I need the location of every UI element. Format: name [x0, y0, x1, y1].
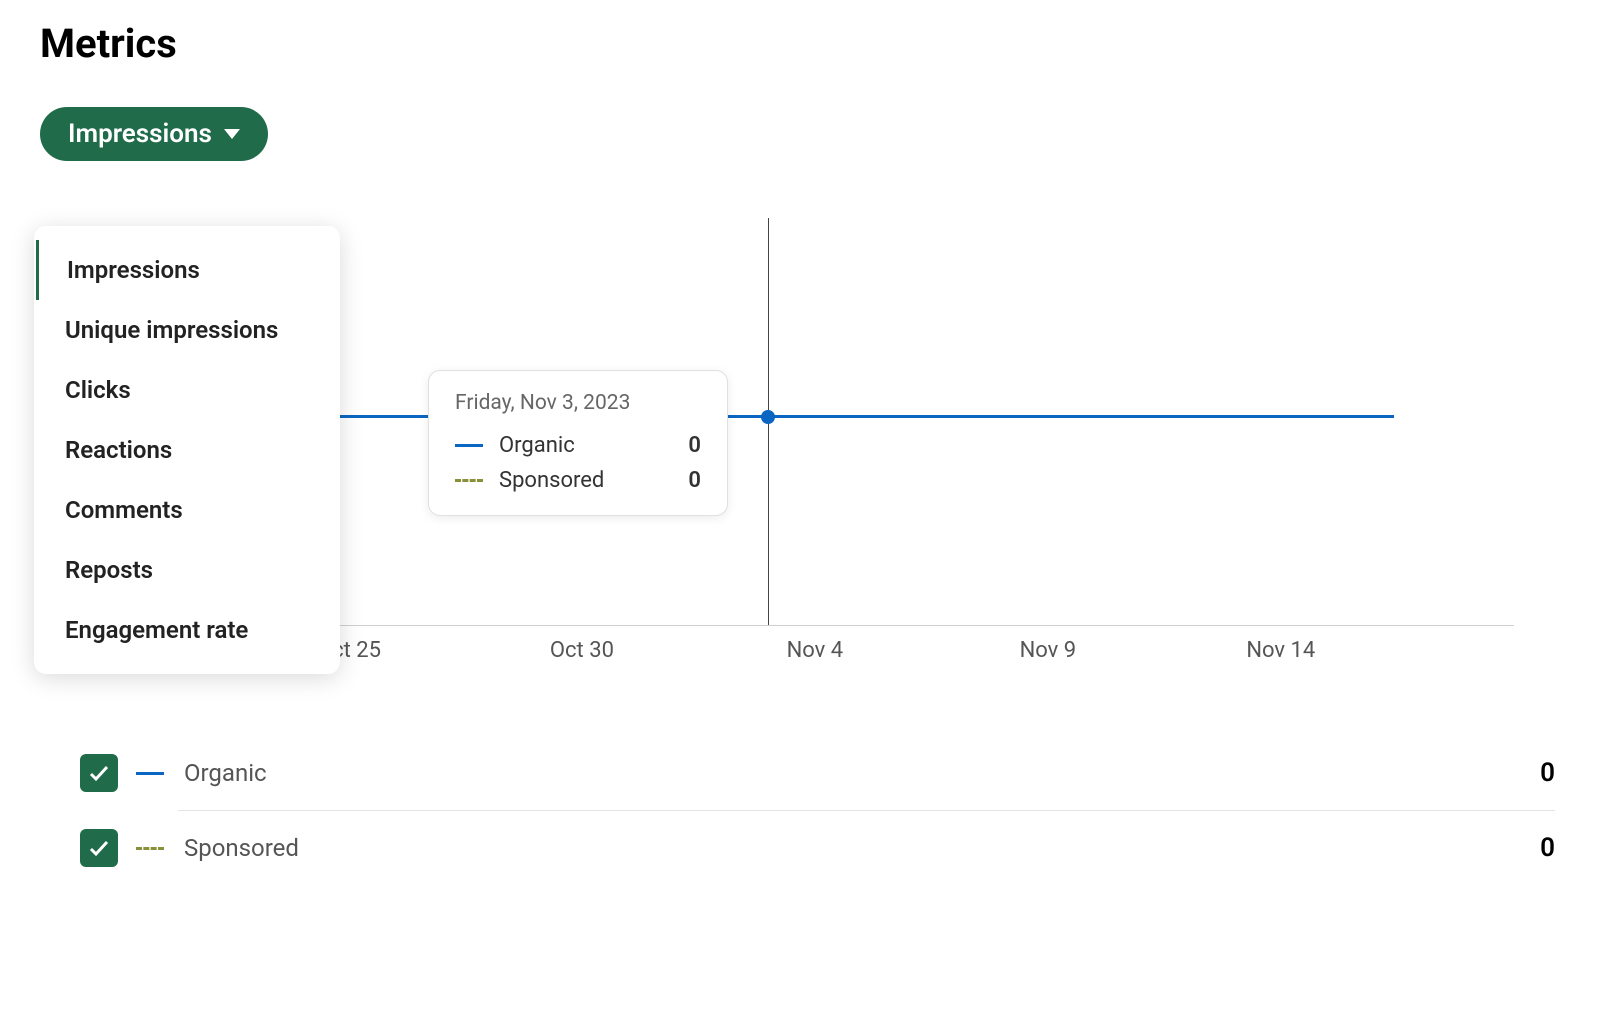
- legend-row-organic: Organic 0: [80, 736, 1555, 810]
- tooltip-value: 0: [688, 433, 701, 458]
- swatch-line-dashed-icon: [455, 479, 483, 482]
- tooltip-label: Sponsored: [499, 468, 672, 493]
- legend-row-sponsored: Sponsored 0: [178, 810, 1555, 885]
- chart-tooltip: Friday, Nov 3, 2023 Organic 0 Sponsored …: [428, 370, 728, 516]
- tooltip-row-sponsored: Sponsored 0: [455, 468, 701, 493]
- swatch-line-dashed-icon: [136, 847, 166, 850]
- chart-hover-dot: [761, 410, 775, 424]
- check-icon: [87, 836, 111, 860]
- dropdown-item[interactable]: Engagement rate: [37, 600, 340, 660]
- chevron-down-icon: [224, 129, 240, 139]
- dropdown-item[interactable]: Clicks: [37, 360, 340, 420]
- dropdown-item[interactable]: Unique impressions: [37, 300, 340, 360]
- x-tick-label: Nov 9: [1020, 638, 1077, 663]
- page-title: Metrics: [40, 20, 1560, 67]
- tooltip-row-organic: Organic 0: [455, 433, 701, 458]
- x-tick-label: Oct 30: [550, 638, 614, 663]
- tooltip-date: Friday, Nov 3, 2023: [455, 391, 701, 415]
- dropdown-item[interactable]: Reposts: [37, 540, 340, 600]
- legend-label: Organic: [184, 759, 1522, 787]
- legend-checkbox-organic[interactable]: [80, 754, 118, 792]
- check-icon: [87, 761, 111, 785]
- tooltip-value: 0: [688, 468, 701, 493]
- swatch-line-solid-icon: [455, 444, 483, 447]
- metric-select-button[interactable]: Impressions: [40, 107, 268, 161]
- legend-label: Sponsored: [184, 834, 1522, 862]
- legend-checkbox-sponsored[interactable]: [80, 829, 118, 867]
- legend-value: 0: [1540, 758, 1555, 788]
- dropdown-item[interactable]: Reactions: [37, 420, 340, 480]
- x-tick-label: Nov 14: [1246, 638, 1315, 663]
- dropdown-item[interactable]: Impressions: [36, 240, 340, 300]
- metric-dropdown: ImpressionsUnique impressionsClicksReact…: [34, 226, 340, 674]
- metric-select-label: Impressions: [68, 119, 212, 149]
- legend: Organic 0 Sponsored 0: [80, 736, 1555, 885]
- legend-value: 0: [1540, 833, 1555, 863]
- swatch-line-solid-icon: [136, 772, 166, 775]
- x-tick-label: Nov 4: [787, 638, 844, 663]
- dropdown-item[interactable]: Comments: [37, 480, 340, 540]
- tooltip-label: Organic: [499, 433, 672, 458]
